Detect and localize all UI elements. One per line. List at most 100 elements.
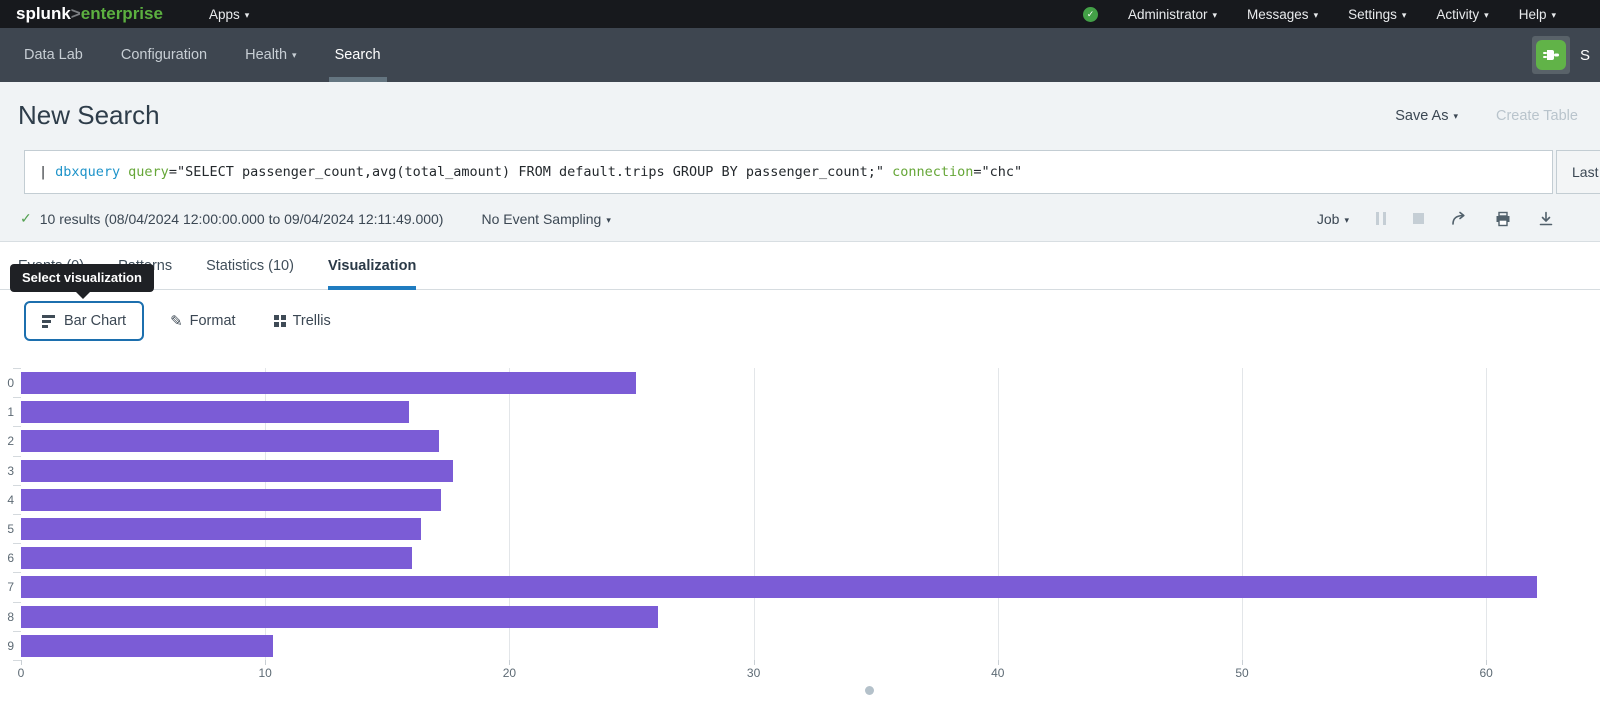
x-axis-tick-label: 0 <box>18 666 25 680</box>
bar[interactable] <box>21 576 1537 598</box>
spl-command: dbxquery <box>55 164 120 180</box>
bar[interactable] <box>21 635 273 657</box>
bar[interactable] <box>21 547 412 569</box>
trellis-label: Trellis <box>293 313 331 329</box>
nav-item-data-lab-label: Data Lab <box>24 47 83 63</box>
tab-visualization[interactable]: Visualization <box>328 242 416 290</box>
bar[interactable] <box>21 489 441 511</box>
bar[interactable] <box>21 606 658 628</box>
bar-chart: 01020304050600123456789 <box>0 352 1600 708</box>
y-axis-tick <box>13 514 21 515</box>
spl-eq2: = <box>973 164 981 180</box>
spl-eq1: = <box>169 164 177 180</box>
y-axis-category-label: 5 <box>0 522 14 536</box>
settings-menu[interactable]: Settings <box>1348 7 1406 22</box>
bar[interactable] <box>21 430 439 452</box>
tab-statistics[interactable]: Statistics (10) <box>206 242 294 290</box>
time-range-picker[interactable]: Last <box>1556 150 1600 194</box>
settings-menu-label: Settings <box>1348 7 1397 22</box>
db-connect-app-icon[interactable] <box>1532 36 1570 74</box>
stop-icon <box>1413 213 1424 224</box>
y-axis-category-label: 1 <box>0 405 14 419</box>
x-axis-tick <box>754 660 755 665</box>
format-button[interactable]: Format <box>170 312 236 330</box>
health-check-icon[interactable] <box>1083 7 1098 22</box>
y-axis-category-label: 8 <box>0 610 14 624</box>
trellis-button[interactable]: Trellis <box>274 313 331 329</box>
event-sampling-menu[interactable]: No Event Sampling <box>481 211 610 227</box>
save-as-label: Save As <box>1395 108 1448 124</box>
y-axis-category-label: 7 <box>0 580 14 594</box>
x-axis-tick-label: 20 <box>503 666 516 680</box>
help-menu[interactable]: Help <box>1519 7 1556 22</box>
administrator-menu[interactable]: Administrator <box>1128 7 1217 22</box>
share-button[interactable] <box>1451 211 1468 226</box>
bar[interactable] <box>21 401 409 423</box>
bar[interactable] <box>21 518 421 540</box>
x-axis-tick <box>21 660 22 665</box>
export-button[interactable] <box>1538 211 1554 227</box>
download-icon <box>1538 211 1554 227</box>
y-axis-tick <box>13 368 21 369</box>
x-axis-tick-label: 10 <box>259 666 272 680</box>
y-axis-tick <box>13 631 21 632</box>
share-icon <box>1451 211 1468 226</box>
apps-menu-label: Apps <box>209 7 240 22</box>
job-controls: Job <box>1317 211 1554 227</box>
nav-item-configuration[interactable]: Configuration <box>115 28 213 82</box>
apps-menu[interactable]: Apps <box>209 7 249 22</box>
x-gridline <box>1242 368 1243 660</box>
nav-item-health[interactable]: Health <box>239 28 302 82</box>
y-axis-tick <box>13 602 21 603</box>
bar[interactable] <box>21 460 453 482</box>
pause-icon <box>1376 212 1386 225</box>
page-title: New Search <box>18 100 160 131</box>
visualization-controls: Bar Chart Format Trellis <box>0 290 1600 352</box>
pencil-icon <box>170 312 183 330</box>
messages-menu[interactable]: Messages <box>1247 7 1318 22</box>
spl-arg-query-key: query <box>128 164 169 180</box>
logo-gt-text: > <box>71 4 81 23</box>
event-sampling-label: No Event Sampling <box>481 211 601 227</box>
spl-pipe: | <box>39 164 47 180</box>
x-axis-tick-label: 30 <box>747 666 760 680</box>
nav-item-search-label: Search <box>335 47 381 63</box>
x-axis-tick <box>998 660 999 665</box>
nav-item-search[interactable]: Search <box>329 28 387 82</box>
app-nav-bar: Data Lab Configuration Health Search S <box>0 28 1600 82</box>
save-as-button[interactable]: Save As <box>1395 108 1458 124</box>
search-query-input[interactable]: |dbxqueryquery="SELECT passenger_count,a… <box>24 150 1553 194</box>
nav-item-data-lab[interactable]: Data Lab <box>18 28 89 82</box>
activity-menu[interactable]: Activity <box>1436 7 1488 22</box>
time-range-label: Last <box>1572 164 1598 180</box>
y-axis-tick <box>13 397 21 398</box>
trellis-grid-icon <box>274 315 286 327</box>
y-axis-category-label: 3 <box>0 464 14 478</box>
app-name-label: S <box>1580 47 1590 64</box>
messages-menu-label: Messages <box>1247 7 1309 22</box>
top-bar: splunk>enterprise Apps Administrator Mes… <box>0 0 1600 28</box>
y-axis-tick <box>13 456 21 457</box>
splunk-logo[interactable]: splunk>enterprise <box>16 4 163 24</box>
results-bar: 10 results (08/04/2024 12:00:00.000 to 0… <box>0 196 1600 242</box>
job-menu[interactable]: Job <box>1317 211 1349 227</box>
bar[interactable] <box>21 372 636 394</box>
y-axis-tick <box>13 660 21 661</box>
format-label: Format <box>190 313 236 329</box>
print-icon <box>1495 211 1511 227</box>
y-axis-tick <box>13 485 21 486</box>
y-axis-tick <box>13 572 21 573</box>
results-check-icon <box>20 210 32 227</box>
x-axis-tick <box>1486 660 1487 665</box>
y-axis-category-label: 6 <box>0 551 14 565</box>
print-button[interactable] <box>1495 211 1511 227</box>
scroll-indicator-dot[interactable] <box>865 686 874 695</box>
job-menu-label: Job <box>1317 211 1340 227</box>
x-axis-tick <box>1242 660 1243 665</box>
pause-button-disabled <box>1376 212 1386 225</box>
tab-statistics-label: Statistics (10) <box>206 258 294 274</box>
chart-type-picker-button[interactable]: Bar Chart <box>24 301 144 341</box>
create-table-button-disabled: Create Table <box>1496 108 1578 124</box>
y-axis-category-label: 0 <box>0 376 14 390</box>
x-axis-tick <box>509 660 510 665</box>
